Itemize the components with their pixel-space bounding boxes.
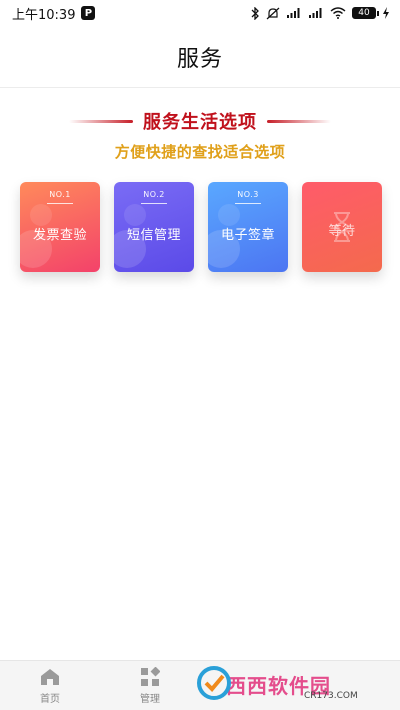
mute-icon — [266, 7, 280, 20]
grid-icon — [139, 667, 161, 687]
status-left: 上午10:39 P — [12, 4, 96, 23]
card-divider — [235, 203, 261, 204]
status-right: 40 — [250, 6, 390, 20]
section-title: 服务生活选项 — [143, 112, 257, 133]
card-label: 发票查验 — [32, 228, 87, 243]
card-invoice-check[interactable]: NO.1 发票查验 — [20, 182, 100, 272]
status-bar: 上午10:39 P 40 — [0, 0, 400, 26]
battery-indicator: 40 — [352, 7, 379, 19]
hd-signal-icon — [286, 7, 302, 19]
page-header: 服务 — [0, 26, 400, 88]
card-e-signature[interactable]: NO.3 电子签章 — [208, 182, 288, 272]
watermark: 西西软件园 CR173.COM — [196, 663, 396, 705]
card-label: 等待 — [328, 224, 356, 239]
wifi-icon — [330, 7, 346, 19]
watermark-logo-icon — [197, 666, 231, 700]
card-decoration — [30, 204, 52, 226]
section-subtitle: 方便快捷的查找适合选项 — [114, 143, 286, 161]
section-heading: 服务生活选项 — [0, 108, 400, 134]
card-number: NO.2 — [143, 190, 165, 199]
status-time: 上午10:39 — [12, 7, 76, 23]
home-icon — [39, 667, 61, 687]
nav-item-home[interactable]: 首页 — [0, 661, 100, 710]
card-decoration — [124, 204, 146, 226]
card-decoration — [218, 204, 240, 226]
heading-divider-right — [267, 119, 331, 123]
service-cards: NO.1 发票查验 NO.2 短信管理 NO.3 电子签章 等待 — [20, 182, 382, 272]
bluetooth-icon — [250, 6, 260, 20]
charging-icon — [382, 7, 390, 19]
card-divider — [47, 203, 73, 204]
card-number: NO.1 — [49, 190, 71, 199]
parking-app-icon: P — [81, 6, 96, 20]
card-number: NO.3 — [237, 190, 259, 199]
card-label: 短信管理 — [126, 228, 181, 243]
card-divider — [141, 203, 167, 204]
nav-label-home: 首页 — [40, 694, 60, 705]
signal-icon — [308, 7, 324, 19]
heading-divider-left — [69, 119, 133, 123]
watermark-subtitle: CR173.COM — [304, 691, 358, 701]
card-waiting[interactable]: 等待 — [302, 182, 382, 272]
page-title: 服务 — [176, 46, 223, 72]
nav-item-manage[interactable]: 管理 — [100, 661, 200, 710]
card-label: 电子签章 — [220, 228, 275, 243]
card-sms-management[interactable]: NO.2 短信管理 — [114, 182, 194, 272]
nav-label-manage: 管理 — [140, 694, 160, 705]
